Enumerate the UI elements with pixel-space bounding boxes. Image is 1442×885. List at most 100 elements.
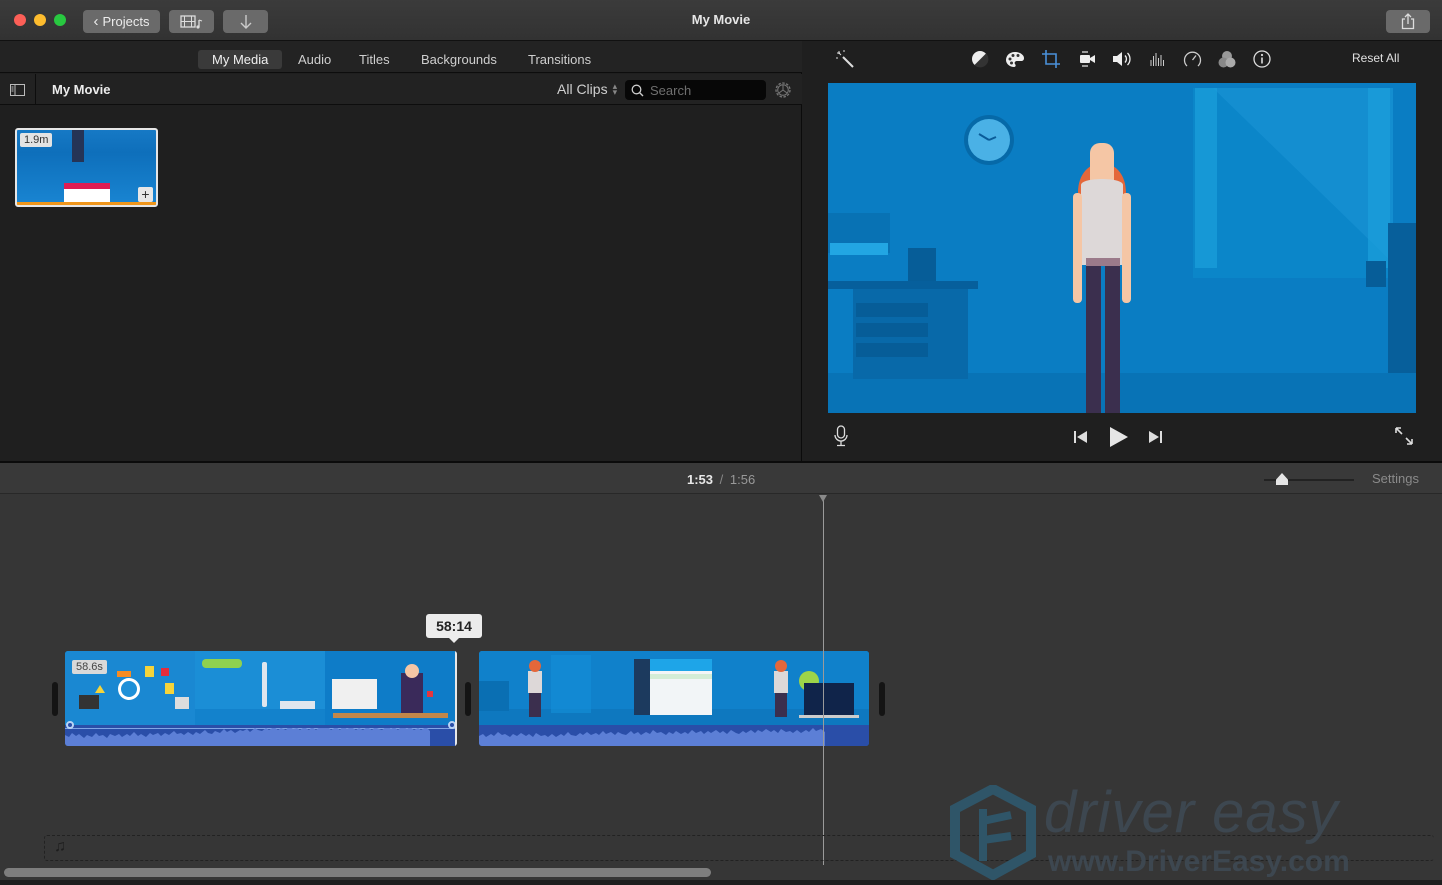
playhead-marker-icon <box>819 495 827 502</box>
slider-thumb[interactable] <box>1276 473 1288 485</box>
trim-tooltip-text: 58:14 <box>436 618 472 634</box>
projects-label: Projects <box>102 14 150 29</box>
timeline-header: 1:53 / 1:56 Settings <box>0 463 1442 494</box>
color-balance-button[interactable] <box>969 49 991 69</box>
zoom-window-button[interactable] <box>54 14 66 26</box>
minimize-window-button[interactable] <box>34 14 46 26</box>
color-correction-button[interactable] <box>1004 49 1026 69</box>
timeline-clip[interactable]: 58.6s <box>65 651 457 746</box>
color-balance-icon <box>972 51 989 68</box>
clip-edge-selected[interactable] <box>455 651 457 746</box>
tab-audio[interactable]: Audio <box>284 50 345 69</box>
close-window-button[interactable] <box>14 14 26 26</box>
add-clip-button[interactable]: + <box>138 187 153 202</box>
chevron-left-icon: ‹ <box>93 13 99 30</box>
projects-button[interactable]: ‹ Projects <box>83 10 160 33</box>
playhead[interactable] <box>819 495 827 865</box>
clip-audio-waveform <box>479 725 869 746</box>
media-toggle-button[interactable] <box>169 10 214 33</box>
magic-wand-button[interactable] <box>834 49 856 69</box>
video-preview <box>828 83 1416 413</box>
sidebar-icon <box>10 83 25 96</box>
crop-button[interactable] <box>1040 49 1062 69</box>
skip-forward-icon <box>1149 431 1162 443</box>
used-range-bar <box>17 202 156 205</box>
toggle-sidebar-button[interactable] <box>0 74 36 105</box>
current-time: 1:53 <box>687 472 714 487</box>
clip-filmstrip <box>65 651 457 725</box>
thumb-figure <box>72 130 84 162</box>
search-input[interactable]: Search <box>625 80 766 100</box>
arrow-down-icon <box>240 14 251 29</box>
clip-duration-badge: 58.6s <box>72 660 107 674</box>
clip-trim-handle-left[interactable] <box>52 682 58 716</box>
viewer: Reset All <box>803 41 1442 461</box>
search-icon <box>631 84 644 96</box>
timeline-clip[interactable] <box>479 651 869 746</box>
library-title: My Movie <box>52 82 111 97</box>
updown-chevron-icon: ▴ ▾ <box>612 81 618 97</box>
stabilization-button[interactable] <box>1076 49 1098 69</box>
music-note-icon: ♫ <box>54 838 66 855</box>
trim-tooltip: 58:14 <box>426 614 482 643</box>
browser-tabs: My Media Audio Titles Backgrounds Transi… <box>0 41 802 73</box>
clip-filmstrip <box>479 651 869 725</box>
fullscreen-icon <box>1395 427 1413 445</box>
timecode: 1:53 / 1:56 <box>687 472 755 487</box>
skip-back-icon <box>1074 431 1087 443</box>
share-button[interactable] <box>1386 10 1430 33</box>
stabilization-icon <box>1080 51 1095 67</box>
color-correction-icon <box>1006 51 1024 67</box>
microphone-icon <box>834 425 848 447</box>
magic-wand-icon <box>836 50 854 68</box>
info-button[interactable] <box>1251 49 1273 69</box>
gear-icon <box>775 82 791 98</box>
import-button[interactable] <box>223 10 268 33</box>
video-frame-illustration <box>828 83 1416 413</box>
equalizer-button[interactable] <box>1146 49 1168 69</box>
waveform <box>65 728 430 746</box>
imovie-window: ‹ Projects My Movie My Media Audio Title… <box>0 0 1442 880</box>
play-button[interactable] <box>1109 426 1129 453</box>
fullscreen-button[interactable] <box>1395 427 1413 450</box>
volume-button[interactable] <box>1111 49 1133 69</box>
clip-duration-badge: 1.9m <box>20 133 53 147</box>
clip-frames: 58.6s <box>65 651 457 725</box>
driver-easy-logo-icon <box>950 785 1036 880</box>
play-icon <box>1110 427 1128 447</box>
clip-filter-button[interactable] <box>1216 49 1238 69</box>
total-time: 1:56 <box>729 472 756 487</box>
clip-trim-handle-end[interactable] <box>879 682 885 716</box>
skip-back-button[interactable] <box>1074 430 1088 449</box>
search-placeholder: Search <box>650 82 692 98</box>
tab-titles[interactable]: Titles <box>345 50 404 69</box>
clip-trim-handle-right[interactable] <box>465 682 471 716</box>
settings-gear-button[interactable] <box>773 80 793 100</box>
timeline: 1:53 / 1:56 Settings 58.6s 58:14 ♫ drive… <box>0 461 1442 880</box>
speed-button[interactable] <box>1181 49 1203 69</box>
share-icon <box>1401 13 1415 30</box>
volume-icon <box>1113 52 1131 66</box>
reset-all-button[interactable]: Reset All <box>1352 51 1399 65</box>
timeline-settings-button[interactable]: Settings <box>1372 471 1419 486</box>
info-icon <box>1253 50 1271 68</box>
time-separator: / <box>719 472 724 487</box>
tab-backgrounds[interactable]: Backgrounds <box>407 50 511 69</box>
voiceover-button[interactable] <box>834 425 848 452</box>
title-bar: ‹ Projects My Movie <box>0 0 1442 41</box>
clip-audio-waveform <box>65 725 457 746</box>
skip-forward-button[interactable] <box>1148 430 1162 449</box>
timeline-horizontal-scrollbar[interactable] <box>4 868 711 877</box>
crop-icon <box>1042 50 1060 68</box>
waveform <box>479 728 825 746</box>
clip-filter-select[interactable]: All Clips ▴ ▾ <box>557 81 617 97</box>
clip-keyframe-left[interactable] <box>66 721 74 729</box>
tab-my-media[interactable]: My Media <box>198 50 283 69</box>
film-music-icon <box>179 14 202 29</box>
media-browser: My Media Audio Titles Backgrounds Transi… <box>0 41 802 461</box>
media-clip-thumbnail[interactable]: 1.9m + <box>15 128 158 207</box>
background-music-well[interactable]: ♫ <box>44 835 1434 861</box>
equalizer-icon <box>1150 53 1164 66</box>
timeline-zoom-slider[interactable] <box>1264 473 1354 487</box>
tab-transitions[interactable]: Transitions <box>514 50 605 69</box>
